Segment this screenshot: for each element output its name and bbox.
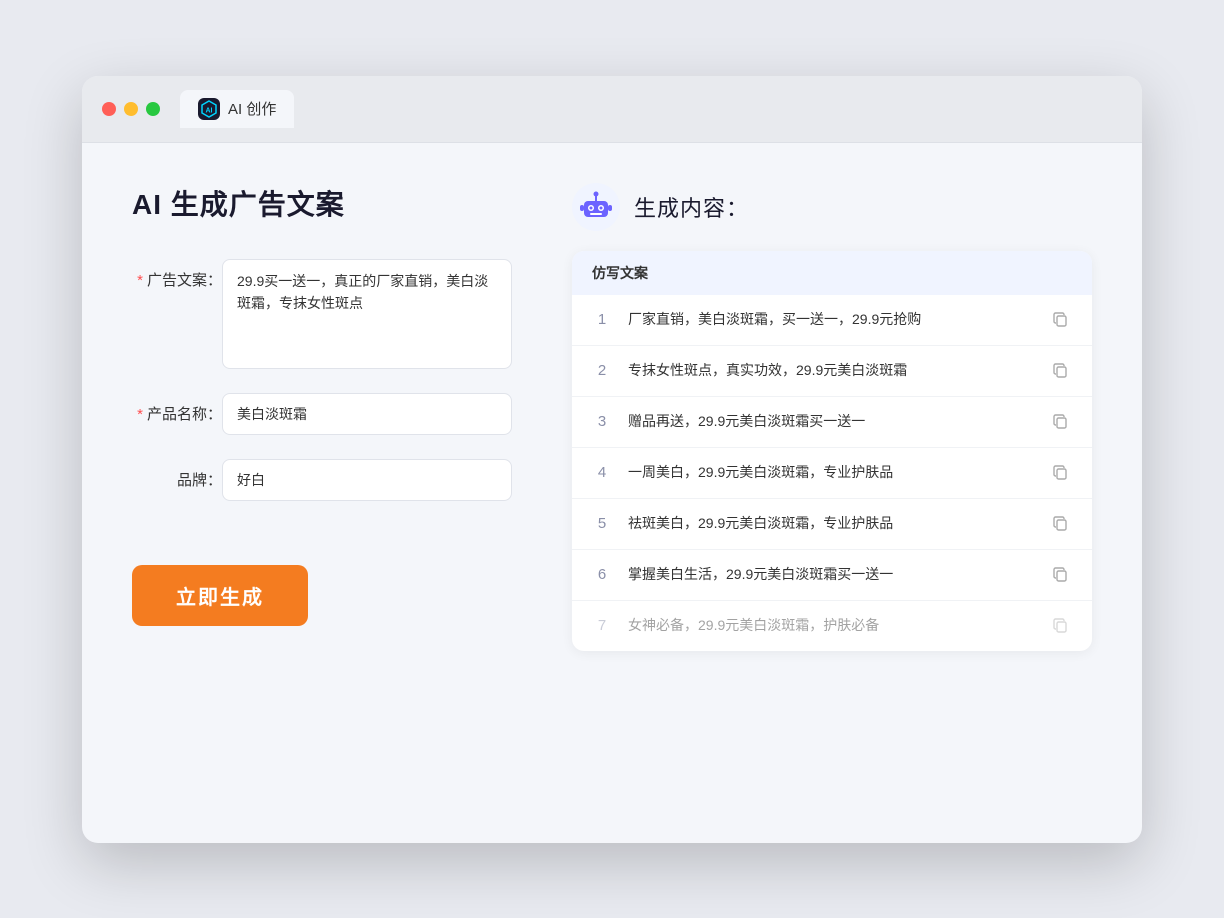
required-star-ad: * (137, 272, 143, 289)
ad-copy-label: *广告文案： (132, 259, 222, 290)
tab-label: AI 创作 (228, 98, 276, 119)
ad-copy-group: *广告文案： (132, 259, 512, 369)
robot-icon (572, 183, 620, 231)
table-row: 2 专抹女性斑点，真实功效，29.9元美白淡斑霜 (572, 346, 1092, 397)
row-number: 3 (592, 413, 612, 430)
row-text: 赠品再送，29.9元美白淡斑霜买一送一 (628, 411, 1034, 432)
copy-icon[interactable] (1050, 615, 1072, 637)
row-text: 一周美白，29.9元美白淡斑霜，专业护肤品 (628, 462, 1034, 483)
browser-tab[interactable]: AI AI 创作 (180, 90, 294, 128)
browser-window: AI AI 创作 AI 生成广告文案 *广告文案： *产品名称： (82, 76, 1142, 843)
row-text: 厂家直销，美白淡斑霜，买一送一，29.9元抢购 (628, 309, 1034, 330)
table-row: 1 厂家直销，美白淡斑霜，买一送一，29.9元抢购 (572, 295, 1092, 346)
table-row: 3 赠品再送，29.9元美白淡斑霜买一送一 (572, 397, 1092, 448)
browser-content: AI 生成广告文案 *广告文案： *产品名称： 品牌： 立 (82, 143, 1142, 843)
close-button[interactable] (102, 102, 116, 116)
product-name-input[interactable] (222, 393, 512, 435)
result-table: 仿写文案 1 厂家直销，美白淡斑霜，买一送一，29.9元抢购 2 专抹女性斑点，真实… (572, 251, 1092, 651)
result-header: 生成内容： (572, 183, 1092, 231)
row-number: 5 (592, 515, 612, 532)
row-text: 专抹女性斑点，真实功效，29.9元美白淡斑霜 (628, 360, 1034, 381)
generate-button[interactable]: 立即生成 (132, 565, 308, 626)
brand-input[interactable] (222, 459, 512, 501)
row-number: 2 (592, 362, 612, 379)
product-name-label: *产品名称： (132, 393, 222, 424)
page-title: AI 生成广告文案 (132, 183, 512, 223)
result-rows-container: 1 厂家直销，美白淡斑霜，买一送一，29.9元抢购 2 专抹女性斑点，真实功效，29… (572, 295, 1092, 651)
left-panel: AI 生成广告文案 *广告文案： *产品名称： 品牌： 立 (132, 183, 512, 803)
svg-text:AI: AI (206, 107, 213, 114)
required-star-product: * (137, 406, 143, 423)
browser-titlebar: AI AI 创作 (82, 76, 1142, 143)
copy-icon[interactable] (1050, 309, 1072, 331)
row-text: 掌握美白生活，29.9元美白淡斑霜买一送一 (628, 564, 1034, 585)
row-number: 4 (592, 464, 612, 481)
ad-copy-input[interactable] (222, 259, 512, 369)
row-text: 女神必备，29.9元美白淡斑霜，护肤必备 (628, 615, 1034, 636)
copy-icon[interactable] (1050, 513, 1072, 535)
table-row: 5 祛斑美白，29.9元美白淡斑霜，专业护肤品 (572, 499, 1092, 550)
traffic-lights (102, 102, 160, 116)
row-number: 7 (592, 617, 612, 634)
copy-icon[interactable] (1050, 462, 1072, 484)
table-row: 6 掌握美白生活，29.9元美白淡斑霜买一送一 (572, 550, 1092, 601)
result-title: 生成内容： (634, 191, 749, 223)
table-row: 7 女神必备，29.9元美白淡斑霜，护肤必备 (572, 601, 1092, 651)
table-header: 仿写文案 (572, 251, 1092, 295)
copy-icon[interactable] (1050, 564, 1072, 586)
maximize-button[interactable] (146, 102, 160, 116)
brand-label: 品牌： (132, 459, 222, 490)
minimize-button[interactable] (124, 102, 138, 116)
brand-group: 品牌： (132, 459, 512, 501)
copy-icon[interactable] (1050, 411, 1072, 433)
table-row: 4 一周美白，29.9元美白淡斑霜，专业护肤品 (572, 448, 1092, 499)
row-text: 祛斑美白，29.9元美白淡斑霜，专业护肤品 (628, 513, 1034, 534)
tab-ai-icon: AI (198, 98, 220, 120)
row-number: 1 (592, 311, 612, 328)
row-number: 6 (592, 566, 612, 583)
right-panel: 生成内容： 仿写文案 1 厂家直销，美白淡斑霜，买一送一，29.9元抢购 2 专抹女… (572, 183, 1092, 803)
product-name-group: *产品名称： (132, 393, 512, 435)
copy-icon[interactable] (1050, 360, 1072, 382)
